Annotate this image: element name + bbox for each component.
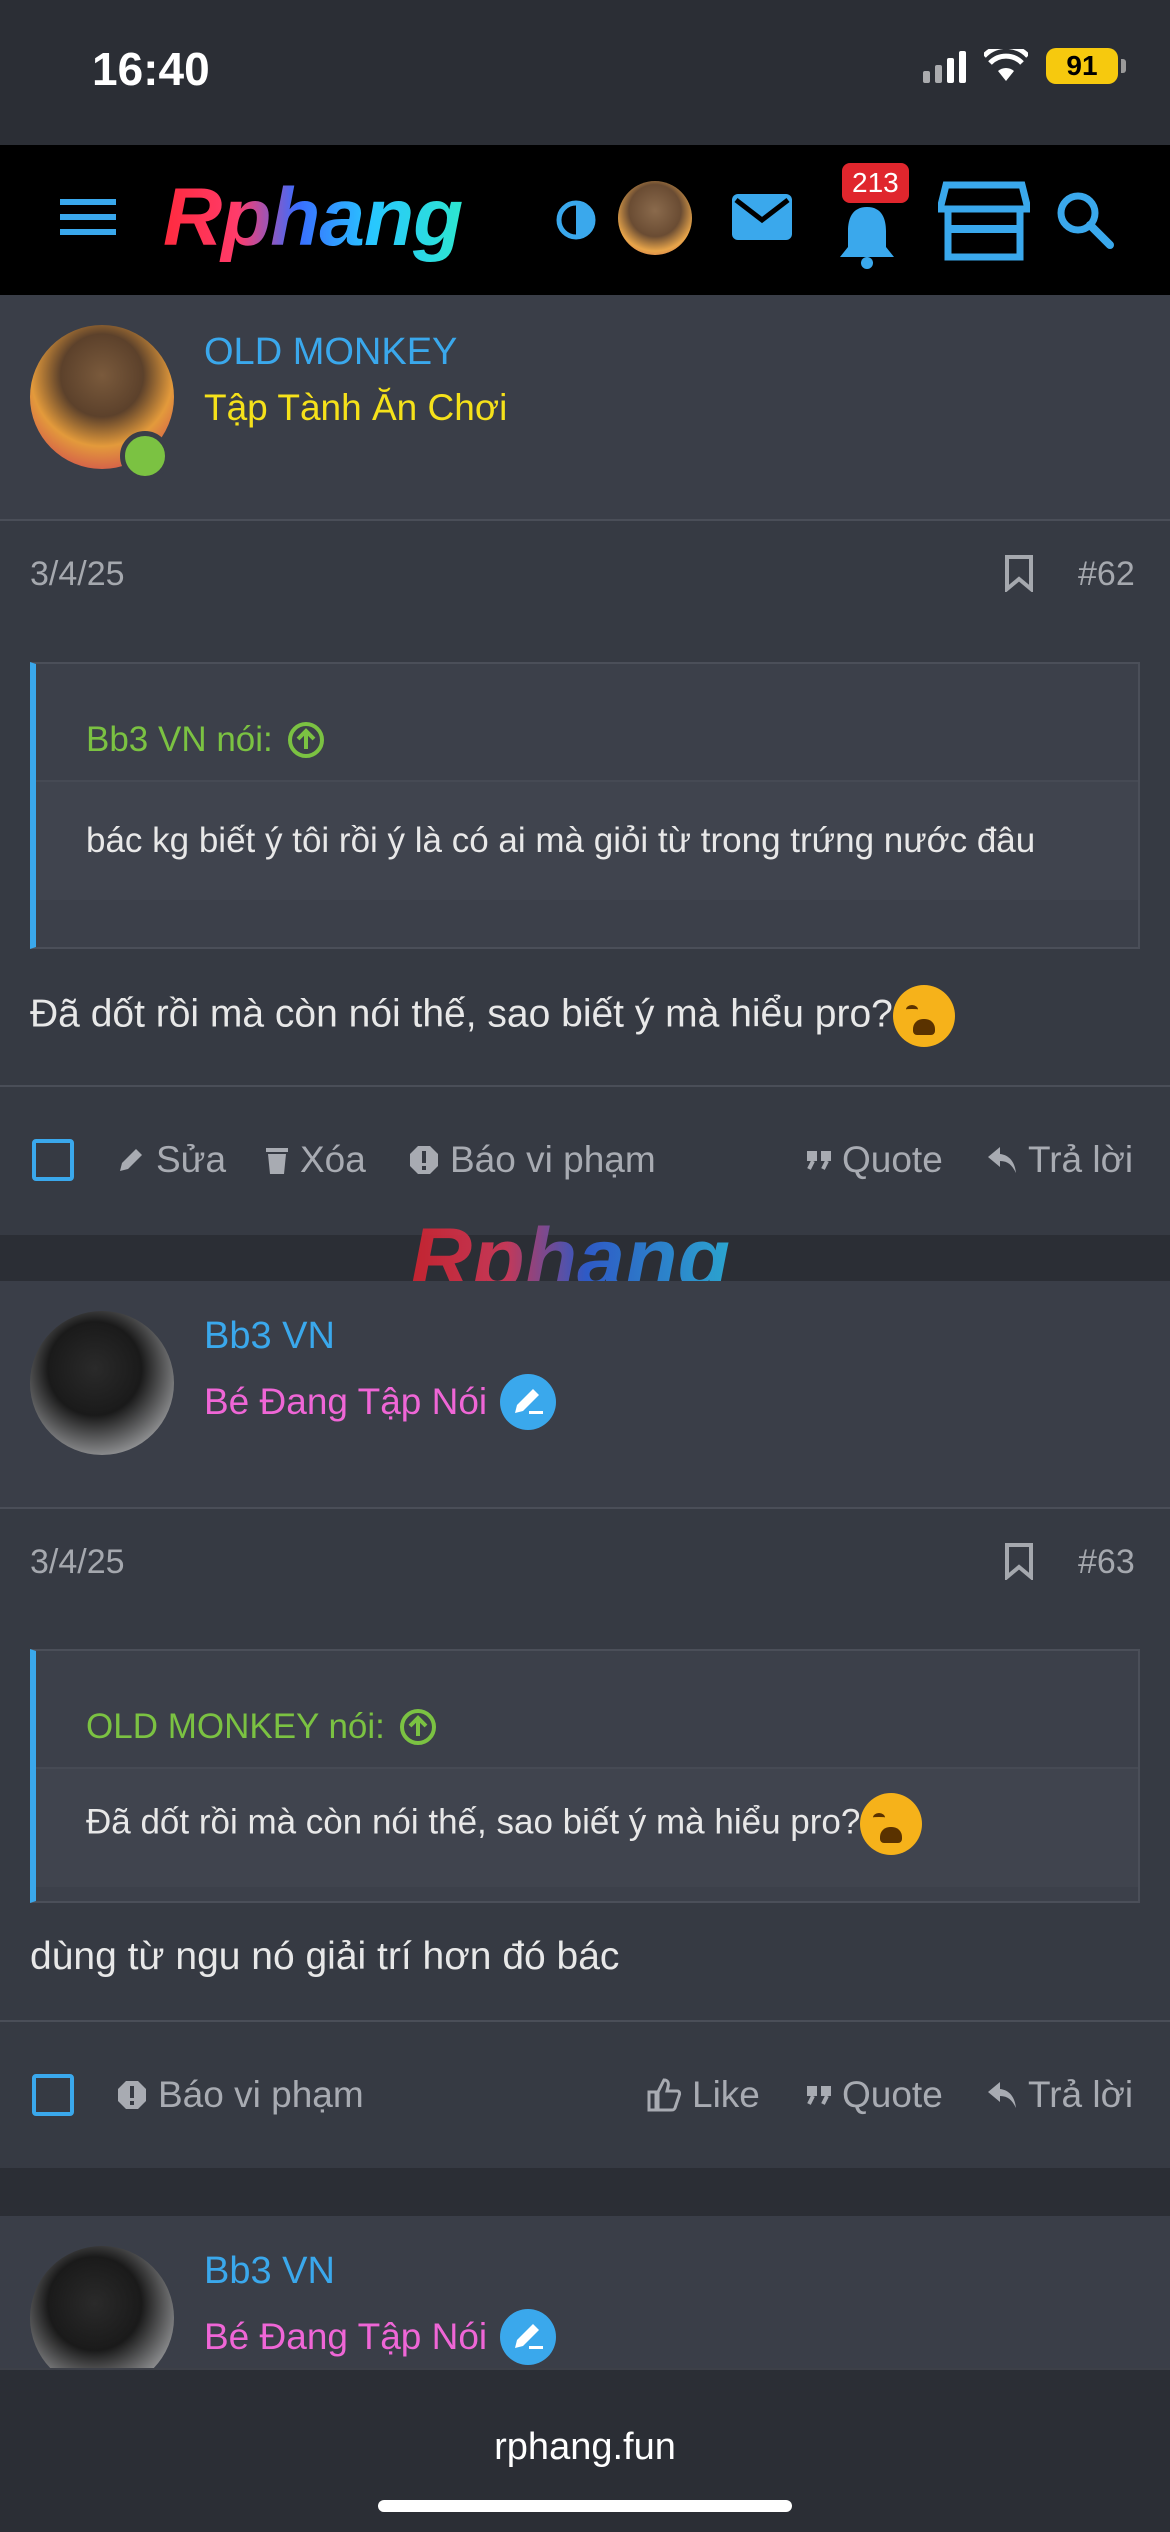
home-indicator[interactable] bbox=[378, 2500, 792, 2512]
delete-label: Xóa bbox=[300, 1139, 366, 1180]
select-checkbox[interactable] bbox=[32, 2074, 74, 2116]
quote-text: Đã dốt rồi mà còn nói thế, sao biết ý mà… bbox=[36, 1769, 1138, 1887]
top-navbar: Rphang 213 bbox=[0, 145, 1170, 295]
post-number[interactable]: #63 bbox=[1078, 1543, 1135, 1582]
user-title: Bé Đang Tập Nói bbox=[204, 2308, 557, 2366]
inbox-icon[interactable] bbox=[730, 189, 794, 245]
post-username[interactable]: OLD MONKEY bbox=[204, 331, 457, 374]
report-icon bbox=[410, 1146, 438, 1174]
post-64: Bb3 VN Bé Đang Tập Nói bbox=[0, 2216, 1170, 2368]
report-button[interactable]: Báo vi phạm bbox=[116, 2074, 364, 2116]
site-logo[interactable]: Rphang bbox=[163, 171, 463, 265]
post-actions: Báo vi phạm Like Quote Trả lời bbox=[0, 2020, 1170, 2170]
menu-icon[interactable] bbox=[60, 195, 118, 239]
quote-text-content: Đã dốt rồi mà còn nói thế, sao biết ý mà… bbox=[86, 1802, 861, 1842]
trash-icon bbox=[266, 1148, 288, 1174]
weary-face-emoji bbox=[860, 1793, 923, 1855]
quote-button[interactable]: Quote bbox=[806, 2074, 943, 2116]
bookmark-icon[interactable] bbox=[1004, 554, 1034, 597]
reply-label: Trả lời bbox=[1028, 1139, 1134, 1180]
notification-bell-icon[interactable] bbox=[838, 203, 896, 269]
quote-icon bbox=[807, 1151, 831, 1170]
notification-badge: 213 bbox=[842, 163, 909, 203]
post-header: OLD MONKEY Tập Tành Ăn Chơi bbox=[0, 295, 1170, 521]
reply-button[interactable]: Trả lời bbox=[986, 1139, 1133, 1181]
post-63: Bb3 VN Bé Đang Tập Nói 3/4/25 #63 OLD MO… bbox=[0, 1281, 1170, 2170]
status-bar: 16:40 91 bbox=[0, 0, 1170, 145]
reply-button[interactable]: Trả lời bbox=[986, 2074, 1133, 2116]
post-date[interactable]: 3/4/25 bbox=[30, 1543, 125, 1582]
search-icon[interactable] bbox=[1056, 191, 1114, 249]
online-status-icon bbox=[120, 431, 170, 481]
quote-header[interactable]: OLD MONKEY nói: bbox=[36, 1651, 1138, 1769]
user-title: Tập Tành Ăn Chơi bbox=[204, 387, 508, 428]
quote-text: bác kg biết ý tôi rồi ý là có ai mà giỏi… bbox=[36, 782, 1138, 900]
edit-button[interactable]: Sửa bbox=[116, 1139, 226, 1181]
reply-label: Trả lời bbox=[1028, 2074, 1134, 2115]
avatar[interactable] bbox=[30, 1311, 174, 1455]
reply-icon bbox=[988, 1147, 1016, 1173]
quote-header[interactable]: Bb3 VN nói: bbox=[36, 664, 1138, 782]
post-username[interactable]: Bb3 VN bbox=[204, 2250, 335, 2293]
address-bar-url[interactable]: rphang.fun bbox=[0, 2426, 1170, 2469]
post-separator bbox=[0, 2168, 1170, 2216]
post-message-text: Đã dốt rồi mà còn nói thế, sao biết ý mà… bbox=[30, 992, 893, 1036]
thumbs-up-icon bbox=[647, 2078, 682, 2112]
post-message: dùng từ ngu nó giải trí hơn đó bác bbox=[30, 1935, 620, 1978]
quote-block: OLD MONKEY nói: Đã dốt rồi mà còn nói th… bbox=[30, 1649, 1140, 1903]
user-title: Bé Đang Tập Nói bbox=[204, 1373, 557, 1431]
quote-author: OLD MONKEY nói: bbox=[86, 1707, 385, 1746]
quote-label: Quote bbox=[842, 1139, 943, 1180]
user-avatar[interactable] bbox=[618, 181, 692, 255]
like-label: Like bbox=[692, 2074, 760, 2115]
post-62: OLD MONKEY Tập Tành Ăn Chơi 3/4/25 #62 B… bbox=[0, 295, 1170, 1235]
theme-toggle-icon[interactable] bbox=[555, 199, 597, 241]
verified-writer-icon bbox=[500, 2309, 557, 2365]
avatar[interactable] bbox=[30, 2246, 174, 2368]
pencil-icon bbox=[120, 1149, 142, 1171]
quote-author: Bb3 VN nói: bbox=[86, 720, 273, 759]
jump-up-icon[interactable] bbox=[287, 721, 325, 759]
quote-button[interactable]: Quote bbox=[806, 1139, 943, 1181]
post-header: Bb3 VN Bé Đang Tập Nói bbox=[0, 2216, 1170, 2368]
select-checkbox[interactable] bbox=[32, 1139, 74, 1181]
quote-label: Quote bbox=[842, 2074, 943, 2115]
post-message: Đã dốt rồi mà còn nói thế, sao biết ý mà… bbox=[30, 985, 955, 1047]
bookmark-icon[interactable] bbox=[1004, 1542, 1034, 1585]
report-label: Báo vi phạm bbox=[158, 2074, 364, 2115]
post-number[interactable]: #62 bbox=[1078, 555, 1135, 594]
report-button[interactable]: Báo vi phạm bbox=[408, 1139, 656, 1181]
browser-bottom-bar: rphang.fun bbox=[0, 2368, 1170, 2532]
battery-indicator: 91 bbox=[1046, 48, 1126, 84]
delete-button[interactable]: Xóa bbox=[264, 1139, 366, 1181]
verified-writer-icon bbox=[500, 1374, 557, 1430]
report-icon bbox=[118, 2081, 146, 2109]
jump-up-icon[interactable] bbox=[399, 1708, 437, 1746]
user-title-text: Bé Đang Tập Nói bbox=[204, 1381, 488, 1422]
wifi-icon bbox=[984, 49, 1028, 81]
post-username[interactable]: Bb3 VN bbox=[204, 1315, 335, 1358]
status-time: 16:40 bbox=[92, 43, 210, 95]
post-header: Bb3 VN Bé Đang Tập Nói bbox=[0, 1281, 1170, 1509]
edit-label: Sửa bbox=[156, 1139, 227, 1180]
reply-icon bbox=[988, 2082, 1016, 2108]
status-icons: 91 bbox=[923, 48, 1126, 84]
weary-face-emoji bbox=[892, 985, 955, 1047]
report-label: Báo vi phạm bbox=[450, 1139, 656, 1180]
store-icon[interactable] bbox=[938, 181, 1030, 261]
quote-block: Bb3 VN nói: bác kg biết ý tôi rồi ý là c… bbox=[30, 662, 1140, 949]
user-title-text: Bé Đang Tập Nói bbox=[204, 2316, 488, 2357]
cellular-signal-icon bbox=[923, 49, 966, 83]
quote-icon bbox=[807, 2086, 831, 2105]
post-date[interactable]: 3/4/25 bbox=[30, 555, 125, 594]
like-button[interactable]: Like bbox=[646, 2074, 760, 2116]
